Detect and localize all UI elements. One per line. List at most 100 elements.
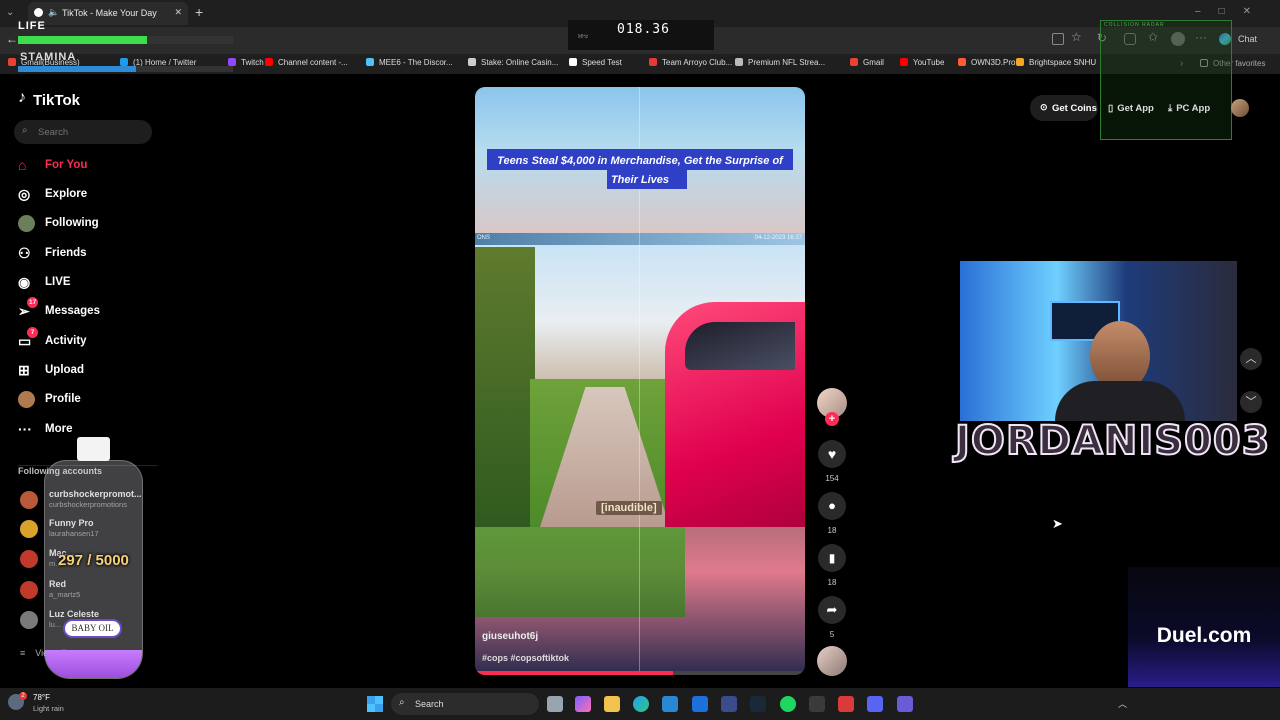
save-action[interactable]: ▮ 18 [818,544,846,587]
bookmark-item[interactable]: Stake: Online Casin... [468,58,558,67]
bookmark-item[interactable]: Brightspace SNHU [1016,58,1096,67]
comment-action[interactable]: ● 18 [818,492,846,535]
edge-icon[interactable] [633,696,649,712]
get-app-button[interactable]: ▯ Get App [1108,103,1154,114]
stamina-label: STAMINA [20,51,77,63]
bookmark-item[interactable]: Speed Test [569,58,622,67]
bookmark-favicon-icon [120,58,128,66]
sidebar-item-label: Following [45,217,99,229]
weather-alert-badge: 2 [19,692,27,700]
sidebar-item-label: Messages [45,305,100,317]
back-arrow-icon[interactable]: ← [6,32,18,46]
bookmark-item[interactable]: MEE6 - The Discor... [366,58,453,67]
save-count: 18 [827,578,837,587]
heart-icon[interactable]: ♥ [818,440,846,468]
new-tab-button[interactable]: + [195,4,203,20]
sidebar-item-label: Friends [45,247,87,259]
video-bush [475,247,535,527]
bookmark-label: Premium NFL Strea... [748,58,826,67]
upload-icon: ⊞ [18,362,30,378]
tiktok-favicon-icon [34,8,43,17]
mail-icon[interactable] [692,696,708,712]
chevron-up-icon[interactable]: ︿ [1240,348,1262,370]
like-action[interactable]: ♥ 154 [818,440,846,483]
discord-icon[interactable] [867,696,883,712]
browser-tab[interactable]: 🔈 TikTok - Make Your Day ✕ [28,2,188,25]
get-coins-label: Get Coins [1052,103,1097,114]
avatar [20,520,38,538]
radar-label: COLLISION RADAR [1104,22,1165,28]
bookmark-favicon-icon [958,58,966,66]
sponsor-panel: Duel.com [1128,567,1280,687]
video-hashtags[interactable]: #cops #copsoftiktok [482,653,569,663]
bookmark-item[interactable]: YouTube [900,58,944,67]
search-input[interactable] [36,124,146,140]
share-icon[interactable]: ➦ [818,596,846,624]
bookmark-favicon-icon [735,58,743,66]
share-action[interactable]: ➦ 5 [818,596,846,639]
video-player[interactable]: ONS 04-12-2023 16:37 Teens Steal $4,000 … [475,87,805,675]
bottle-label: BABY OIL [63,619,122,638]
bookmark-favicon-icon [228,58,236,66]
follow-plus-icon[interactable]: + [825,412,839,426]
bookmark-label: Speed Test [582,58,622,67]
sponsor-label: Duel.com [1156,624,1252,647]
bookmark-favicon-icon [8,58,16,66]
search-box[interactable]: ⌕ [14,120,152,144]
close-tab-icon[interactable]: ✕ [174,7,182,18]
download-icon: ⤓ [1168,103,1173,114]
list-icon: ≡ [20,648,26,658]
search-icon: ⌕ [399,697,405,708]
app-icon[interactable] [721,696,737,712]
bookmark-item[interactable]: Twitch [228,58,264,67]
more-icon: ··· [18,421,32,437]
get-coins-button[interactable]: ⊙ Get Coins [1030,95,1098,121]
maps-pin-icon[interactable] [838,696,854,712]
user-avatar[interactable] [1231,99,1249,117]
bookmark-item[interactable]: Premium NFL Strea... [735,58,825,67]
calculator-icon[interactable] [897,696,913,712]
steam-icon[interactable] [750,696,766,712]
weather-desc[interactable]: Light rain [33,704,64,713]
store-icon[interactable] [662,696,678,712]
bookmark-item[interactable]: Team Arroyo Club... [649,58,732,67]
taskbar-search[interactable]: ⌕ Search [391,693,539,715]
xbox-icon[interactable] [809,696,825,712]
chat-label[interactable]: Chat [1238,34,1257,44]
stamina-bar [18,66,233,72]
comment-icon[interactable]: ● [818,492,846,520]
live-icon: ◉ [18,274,31,290]
bookmark-item[interactable]: OWN3D.Pro [958,58,1015,67]
bookmark-label: Stake: Online Casin... [481,58,559,67]
weather-temp[interactable]: 78°F [33,693,50,702]
oil-bottle [44,460,143,679]
bookmark-favicon-icon [900,58,908,66]
phone-icon: ▯ [1108,103,1114,114]
file-explorer-icon[interactable] [604,696,620,712]
tray-chevron-icon[interactable]: ︿ [1118,697,1127,710]
pc-app-label: PC App [1176,103,1211,114]
favorite-star-icon[interactable]: ☆ [1071,30,1082,44]
pc-app-button[interactable]: ⤓ PC App [1168,103,1210,114]
sound-disc-icon[interactable] [817,646,847,676]
bookmark-icon[interactable]: ▮ [818,544,846,572]
oil-level [45,650,142,678]
streamer-body [1055,381,1185,421]
chevron-down-icon[interactable]: ﹀ [1240,391,1262,413]
spotify-icon[interactable] [780,696,796,712]
task-view-icon[interactable] [547,696,563,712]
copilot-app-icon[interactable] [575,696,591,712]
speaker-icon[interactable]: 🔈 [48,7,59,18]
bookmark-item[interactable]: Channel content -... [265,58,348,67]
windows-start-icon[interactable] [367,696,383,712]
life-bar-fill [18,36,147,44]
video-author[interactable]: giuseuhot6j [482,631,538,642]
window-controls[interactable]: –□✕ [1195,6,1269,17]
bookmark-label: Channel content -... [278,58,348,67]
split-screen-icon[interactable] [1052,33,1064,45]
video-progress-bar[interactable] [475,671,805,675]
stamina-bar-fill [18,66,137,72]
tab-list-chevron-icon[interactable]: ⌄ [6,7,14,18]
avatar [20,581,38,599]
bookmark-item[interactable]: Gmail [850,58,884,67]
